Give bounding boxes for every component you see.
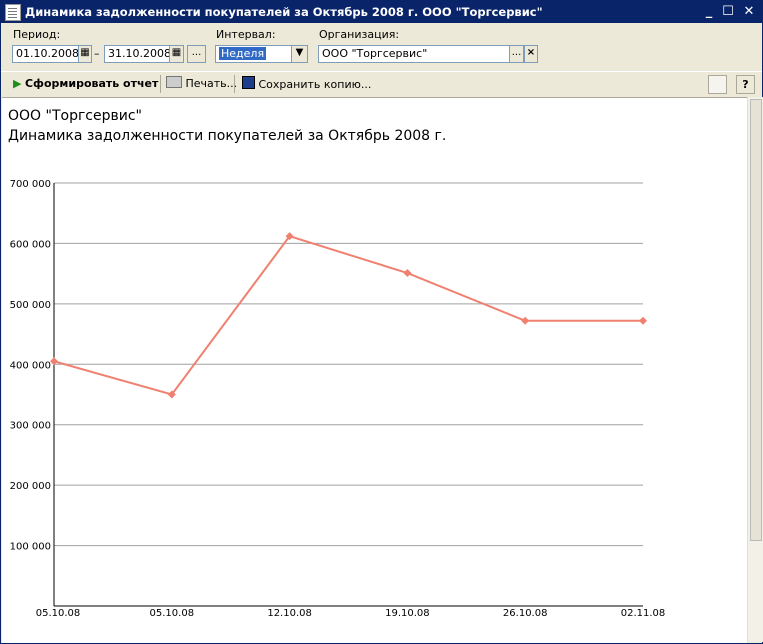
organization-select-label: ...: [511, 47, 522, 58]
settings-icon[interactable]: [708, 75, 727, 94]
period-select-label: ...: [191, 47, 202, 58]
generate-report-label: Сформировать отчет: [24, 77, 159, 90]
title-bar: Динамика задолженности покупателей за Ок…: [1, 1, 762, 23]
calendar-icon[interactable]: ▦: [169, 45, 184, 63]
date-from-value: 01.10.2008: [16, 47, 79, 60]
parameters-panel: Период: 01.10.2008 ▦ – 31.10.2008 ▦ ... …: [1, 23, 762, 69]
y-tick-label: 200 000: [10, 481, 51, 492]
play-icon: ▶: [13, 77, 22, 90]
clear-icon: ×: [526, 47, 536, 58]
toolbar-separator: [234, 75, 235, 93]
toolbar: ▶ Сформировать отчет Печать... Сохранить…: [1, 71, 762, 96]
organization-value: ООО "Торгсервис": [322, 47, 428, 60]
organization-clear-button[interactable]: ×: [524, 45, 538, 63]
x-tick-label: 05.10.08: [36, 608, 81, 619]
scrollbar-thumb[interactable]: [750, 99, 762, 541]
interval-label: Интервал:: [216, 28, 276, 41]
organization-field[interactable]: ООО "Торгсервис": [318, 45, 538, 63]
toolbar-separator: [160, 75, 161, 93]
print-button[interactable]: Печать...: [166, 76, 237, 92]
period-dash: –: [94, 47, 100, 60]
data-point: [521, 316, 530, 325]
dropdown-arrow-icon[interactable]: ▼: [291, 45, 308, 63]
printer-icon: [166, 76, 182, 88]
print-label: Печать...: [185, 77, 238, 90]
maximize-button[interactable]: ☐: [720, 4, 736, 19]
y-tick-label: 600 000: [10, 239, 51, 250]
generate-report-button[interactable]: ▶ Сформировать отчет: [13, 76, 158, 92]
report-document-icon: [5, 4, 21, 21]
floppy-disk-icon: [242, 76, 255, 89]
report-window: Динамика задолженности покупателей за Ок…: [0, 0, 763, 644]
x-tick-label: 12.10.08: [267, 608, 312, 619]
x-tick-label: 02.11.08: [621, 608, 666, 619]
y-tick-label: 400 000: [10, 360, 51, 371]
series-line: [53, 235, 643, 396]
data-point: [403, 269, 412, 278]
x-tick-label: 19.10.08: [385, 608, 430, 619]
help-icon[interactable]: ?: [736, 75, 755, 94]
x-tick-label: 05.10.08: [150, 608, 195, 619]
calendar-icon[interactable]: ▦: [78, 45, 92, 63]
data-point: [639, 316, 647, 325]
y-tick-label: 700 000: [10, 179, 51, 190]
period-label: Период:: [13, 28, 61, 41]
y-tick-label: 100 000: [10, 542, 51, 553]
y-tick-label: 500 000: [10, 300, 51, 311]
save-copy-label: Сохранить копию...: [258, 78, 372, 91]
save-copy-button[interactable]: Сохранить копию...: [242, 76, 371, 92]
vertical-scrollbar[interactable]: [747, 97, 763, 642]
y-tick-label: 300 000: [10, 421, 51, 432]
interval-value: Неделя: [219, 47, 267, 60]
organization-label: Организация:: [319, 28, 400, 41]
period-select-button[interactable]: ...: [187, 45, 206, 63]
report-area: ООО "Торгсервис" Динамика задолженности …: [2, 97, 747, 643]
close-button[interactable]: ✕: [741, 4, 757, 19]
organization-select-button[interactable]: ...: [509, 45, 524, 63]
minimize-button[interactable]: _: [701, 4, 717, 19]
x-tick-label: 26.10.08: [503, 608, 548, 619]
debt-line-chart: 700 000 600 000 500 000 400 000 300 000 200 0…: [10, 179, 666, 619]
date-to-value: 31.10.2008: [108, 47, 171, 60]
window-title: Динамика задолженности покупателей за Ок…: [25, 5, 543, 19]
